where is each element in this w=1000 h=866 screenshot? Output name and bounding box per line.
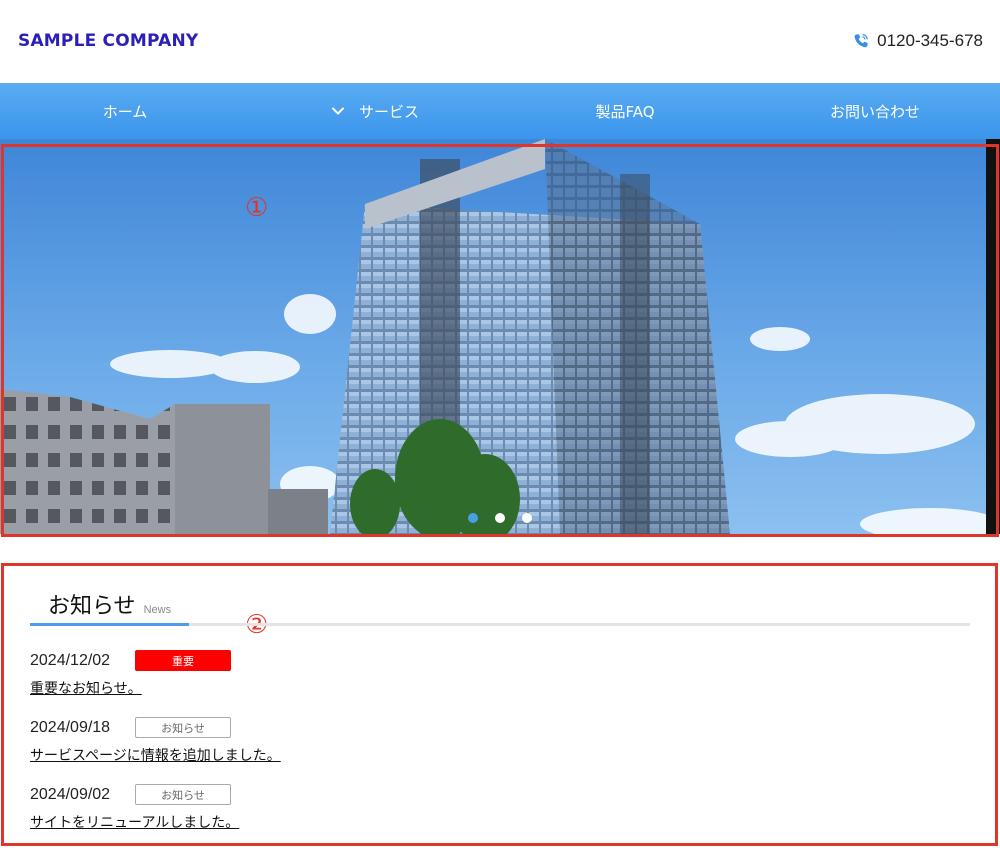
hero-image: [0, 139, 1000, 534]
phone-number: 0120-345-678: [877, 31, 983, 50]
news-date: 2024/09/02: [30, 785, 111, 803]
company-logo[interactable]: SAMPLE COMPANY: [18, 31, 198, 51]
nav-item-faq[interactable]: 製品FAQ: [500, 83, 750, 139]
news-badge-notice: お知らせ: [135, 784, 231, 805]
hero-slider[interactable]: [0, 139, 1000, 534]
news-date: 2024/09/18: [30, 718, 111, 736]
site-header: SAMPLE COMPANY 0120-345-678: [0, 0, 1000, 83]
slider-dot[interactable]: [468, 513, 478, 523]
annotation-marker-1: ①: [245, 193, 269, 223]
nav-item-label: お問い合わせ: [829, 102, 920, 121]
news-date: 2024/12/02: [30, 651, 111, 669]
news-item: 2024/12/02 重要 重要なお知らせ。: [30, 650, 231, 698]
chevron-down-icon: [331, 107, 344, 115]
news-heading: お知らせ News: [48, 588, 171, 620]
phone-icon: [854, 33, 869, 48]
nav-item-contact[interactable]: お問い合わせ: [750, 83, 1000, 139]
news-divider-accent: [30, 623, 189, 626]
nav-item-service[interactable]: サービス: [250, 83, 500, 139]
news-link[interactable]: サービスページに情報を追加しました。: [30, 745, 281, 765]
news-subtitle: News: [143, 604, 172, 616]
page: SAMPLE COMPANY 0120-345-678 ホーム サービス 製品F…: [0, 0, 1000, 866]
slider-pagination: [468, 513, 532, 523]
news-title: お知らせ: [48, 594, 136, 619]
phone-contact[interactable]: 0120-345-678: [853, 31, 983, 51]
nav-item-label: 製品FAQ: [595, 102, 655, 121]
news-link[interactable]: サイトをリニューアルしました。: [30, 812, 239, 832]
news-item: 2024/09/18 お知らせ サービスページに情報を追加しました。: [30, 717, 281, 765]
nav-item-label: サービス: [358, 102, 419, 121]
slider-dot[interactable]: [522, 513, 532, 523]
nav-item-label: ホーム: [102, 102, 148, 121]
nav-item-home[interactable]: ホーム: [0, 83, 250, 139]
news-item: 2024/09/02 お知らせ サイトをリニューアルしました。: [30, 784, 239, 832]
news-badge-notice: お知らせ: [135, 717, 231, 738]
main-nav: ホーム サービス 製品FAQ お問い合わせ: [0, 83, 1000, 139]
news-link[interactable]: 重要なお知らせ。: [30, 678, 142, 698]
news-badge-important: 重要: [135, 650, 231, 671]
slider-dot[interactable]: [495, 513, 505, 523]
